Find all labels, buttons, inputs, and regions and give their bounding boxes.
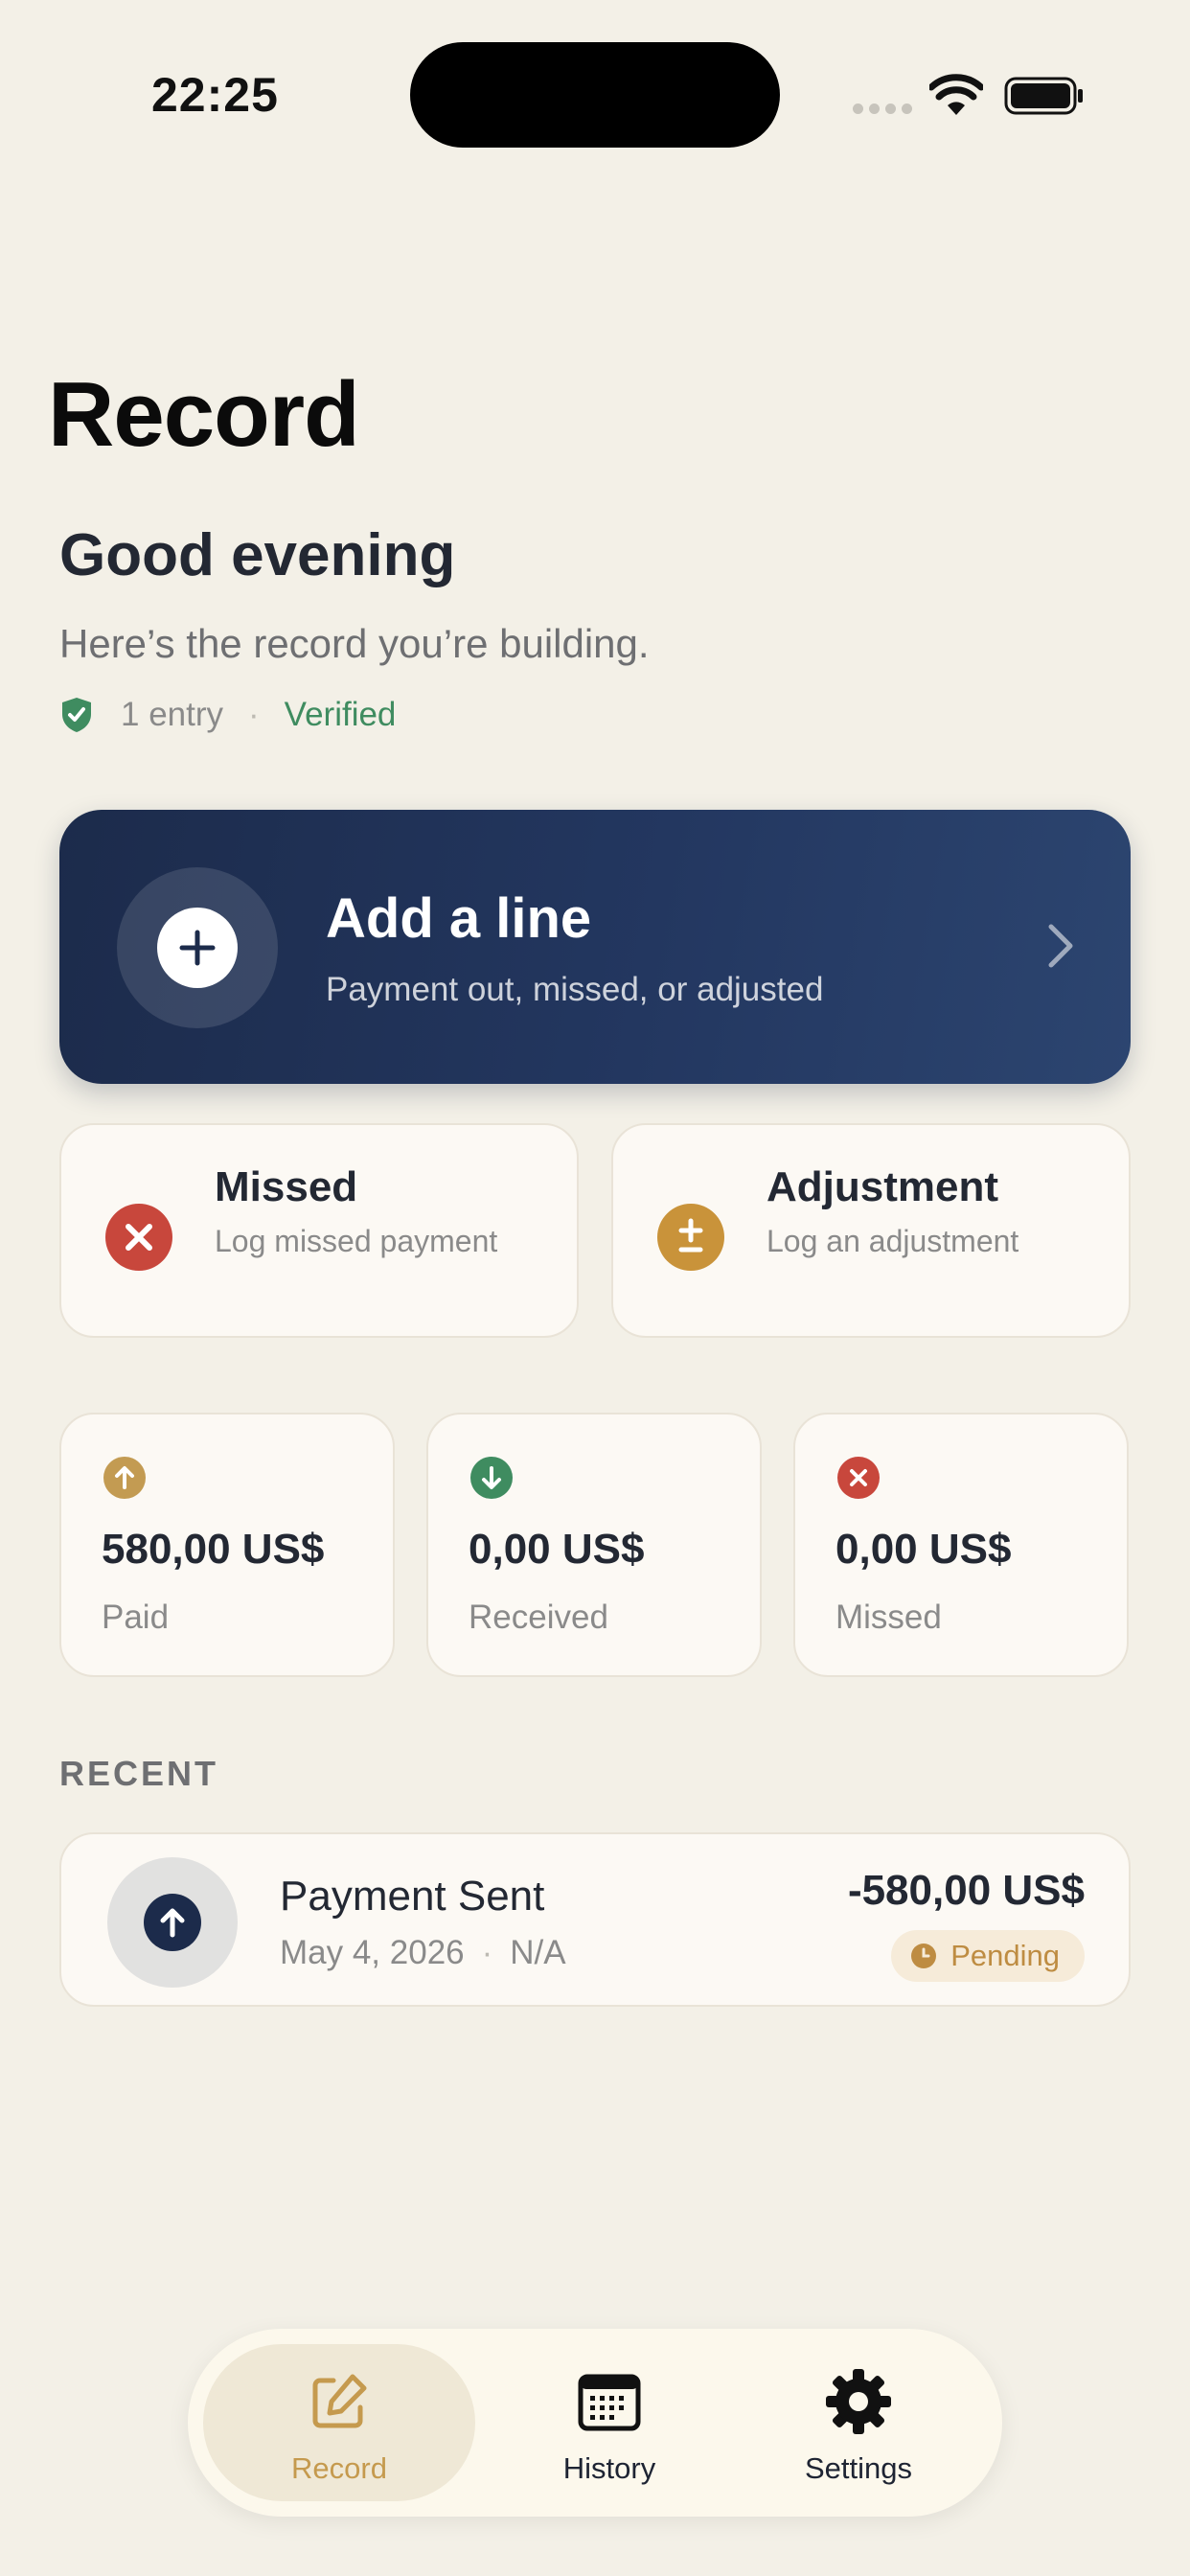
status-bar: 22:25 [0, 0, 1190, 192]
log-missed-button[interactable]: Missed Log missed payment [59, 1123, 579, 1338]
x-circle-icon [837, 1457, 880, 1499]
meta-separator: · [248, 696, 260, 733]
stat-paid: 580,00 US$ Paid [59, 1413, 395, 1677]
received-value: 0,00 US$ [469, 1526, 645, 1573]
status-time: 22:25 [151, 68, 279, 122]
paid-label: Paid [102, 1598, 170, 1636]
edit-icon [312, 2374, 367, 2428]
calendar-icon [578, 2374, 641, 2431]
status-badge-label: Pending [950, 1939, 1060, 1972]
battery-icon [1004, 77, 1083, 115]
arrow-down-circle-icon [470, 1457, 513, 1499]
transaction-date: May 4, 2026 [280, 1934, 465, 1971]
recent-section-label: RECENT [59, 1754, 219, 1793]
shield-check-icon [62, 698, 91, 732]
received-label: Received [469, 1598, 608, 1636]
greeting-heading: Good evening [59, 522, 456, 588]
entry-count: 1 entry [121, 696, 223, 733]
tab-record[interactable]: Record [203, 2344, 475, 2501]
plus-icon [179, 930, 216, 966]
transaction-title: Payment Sent [280, 1873, 545, 1920]
verified-status: Verified [284, 696, 397, 733]
tab-settings[interactable]: Settings [744, 2344, 973, 2501]
greeting-subtitle: Here’s the record you’re building. [59, 621, 650, 666]
missed-value: 0,00 US$ [835, 1526, 1012, 1573]
cellular-signal-icon [853, 104, 912, 114]
transaction-avatar [107, 1857, 238, 1988]
page-title: Record [48, 363, 360, 466]
record-meta: 1 entry · Verified [59, 696, 396, 734]
stat-received: 0,00 US$ Received [426, 1413, 762, 1677]
paid-value: 580,00 US$ [102, 1526, 325, 1573]
tab-record-label: Record [291, 2451, 387, 2485]
gear-icon [826, 2369, 891, 2434]
plus-minus-icon [657, 1204, 724, 1271]
adjustment-subtitle: Log an adjustment [767, 1224, 1019, 1258]
transaction-meta: May 4, 2026 · N/A [280, 1934, 566, 1971]
add-icon-container [117, 867, 278, 1028]
transaction-note: N/A [510, 1934, 566, 1971]
tab-settings-label: Settings [804, 2451, 912, 2485]
add-line-subtitle: Payment out, missed, or adjusted [326, 971, 824, 1008]
missed-title: Missed [215, 1163, 358, 1210]
record-screen: 22:25 Record Good evening Here’s the rec… [0, 0, 1190, 2576]
stat-missed: 0,00 US$ Missed [793, 1413, 1129, 1677]
list-item[interactable]: Payment Sent May 4, 2026 · N/A -580,00 US$… [59, 1832, 1131, 2007]
missed-label: Missed [835, 1598, 942, 1636]
tab-history[interactable]: History [504, 2344, 715, 2501]
status-badge: Pending [891, 1930, 1085, 1982]
arrow-up-circle-icon [103, 1457, 146, 1499]
x-circle-icon [105, 1204, 172, 1271]
log-adjustment-button[interactable]: Adjustment Log an adjustment [611, 1123, 1131, 1338]
chevron-right-icon [1048, 924, 1073, 968]
tab-bar: Record History Settings [188, 2329, 1002, 2517]
dynamic-island [410, 42, 780, 148]
transaction-amount: -580,00 US$ [847, 1867, 1085, 1914]
wifi-icon [929, 74, 983, 115]
tab-history-label: History [562, 2451, 656, 2485]
clock-icon [911, 1944, 937, 1968]
arrow-up-icon [160, 1908, 185, 1938]
add-line-button[interactable]: Add a line Payment out, missed, or adjus… [59, 810, 1131, 1084]
missed-subtitle: Log missed payment [215, 1224, 498, 1258]
add-line-title: Add a line [326, 887, 592, 950]
adjustment-title: Adjustment [767, 1163, 998, 1210]
